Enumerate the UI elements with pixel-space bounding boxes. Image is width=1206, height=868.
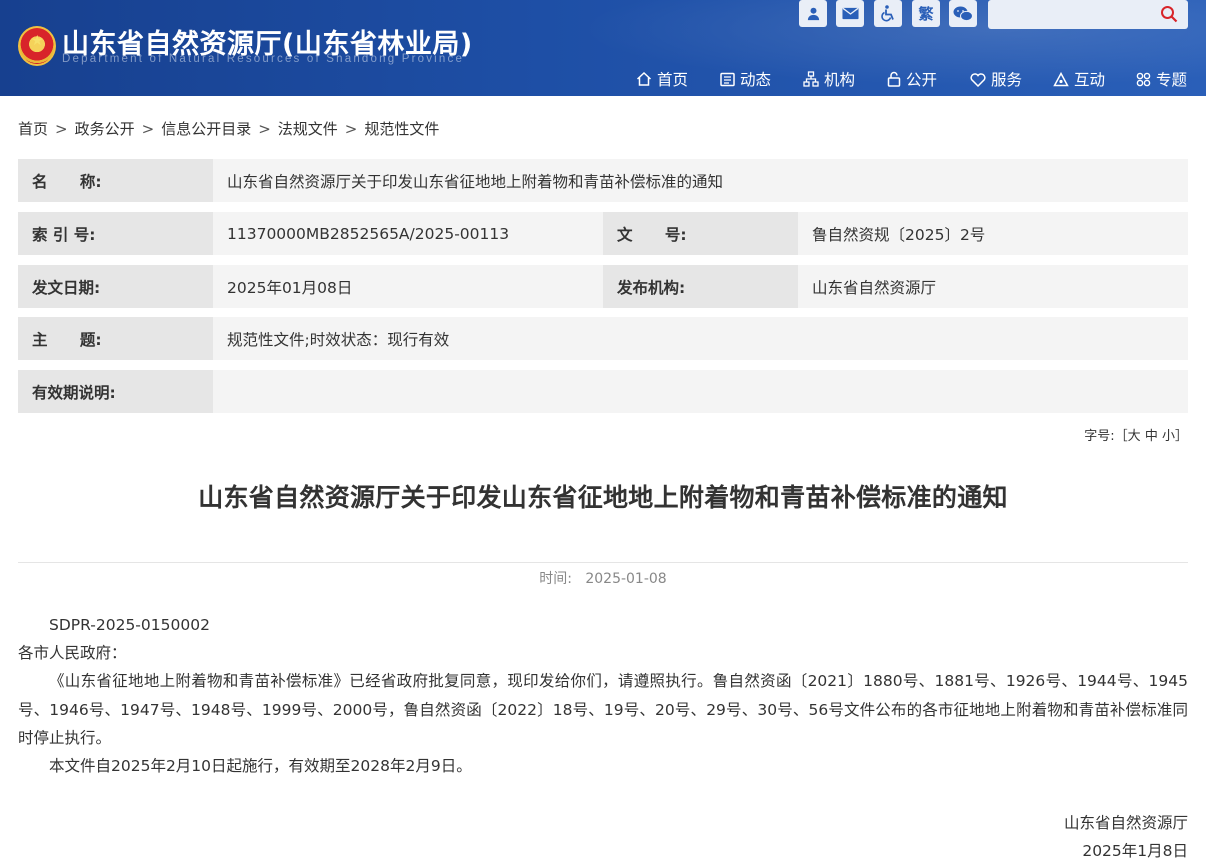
breadcrumb-separator: >: [141, 120, 155, 138]
wechat-icon: [953, 6, 973, 21]
info-row-subject: 主 题: 规范性文件;时效状态：现行有效: [18, 317, 1188, 360]
font-size-label: 字号:: [1084, 429, 1115, 444]
name-value: 山东省自然资源厅关于印发山东省征地地上附着物和青苗补偿标准的通知: [213, 159, 1188, 202]
wechat-button[interactable]: [949, 0, 977, 27]
bracket-open: ［: [1114, 429, 1128, 444]
accessibility-button[interactable]: [874, 0, 902, 27]
nav-news[interactable]: 动态: [720, 68, 771, 90]
interact-icon: [1053, 71, 1069, 87]
divider: [18, 562, 1188, 563]
nav-public[interactable]: 公开: [887, 68, 937, 90]
nav-label: 互动: [1074, 71, 1106, 89]
breadcrumb-home[interactable]: 首页: [18, 118, 48, 139]
index-value: 11370000MB2852565A/2025-00113: [213, 212, 603, 255]
traditional-chinese-button[interactable]: 繁: [912, 0, 940, 27]
nav-label: 首页: [657, 71, 689, 89]
validity-label: 有效期说明:: [18, 370, 213, 413]
date-label: 发文日期:: [18, 265, 213, 308]
site-subtitle: Department of Natural Resources of Shand…: [62, 53, 465, 65]
nav-organization[interactable]: 机构: [803, 68, 855, 90]
breadcrumb-gov-affairs[interactable]: 政务公开: [75, 118, 135, 139]
publish-time: 时间: 2025-01-08: [0, 568, 1206, 588]
info-row-index: 索 引 号: 11370000MB2852565A/2025-00113 文 号…: [18, 212, 1188, 255]
issuer-label: 发布机构:: [603, 265, 798, 308]
article-title: 山东省自然资源厅关于印发山东省征地地上附着物和青苗补偿标准的通知: [198, 483, 1008, 512]
nav-service[interactable]: 服务: [970, 68, 1022, 90]
article-paragraph-1: 《山东省征地地上附着物和青苗补偿标准》已经省政府批复同意，现印发给你们，请遵照执…: [18, 672, 1188, 747]
publish-time-value: 2025-01-08: [585, 571, 667, 587]
docno-label: 文 号:: [603, 212, 798, 255]
breadcrumb-separator: >: [55, 120, 68, 138]
docno-value: 鲁自然资规〔2025〕2号: [798, 212, 1188, 255]
news-icon: [720, 72, 735, 87]
search-input[interactable]: [996, 4, 1156, 24]
sign-date: 2025年1月8日: [1082, 842, 1188, 860]
breadcrumb-separator: >: [258, 120, 271, 138]
search-icon: [1161, 6, 1178, 23]
user-icon: [807, 7, 819, 21]
home-icon: [636, 71, 652, 87]
search-button[interactable]: [1160, 5, 1178, 27]
breadcrumb-regulations[interactable]: 法规文件: [278, 118, 338, 139]
index-label: 索 引 号:: [18, 212, 213, 255]
breadcrumb-info-catalog[interactable]: 信息公开目录: [161, 118, 251, 139]
lock-icon: [887, 71, 901, 87]
font-size-switcher: 字号:［大 中 小］: [1084, 425, 1188, 444]
info-row-date: 发文日期: 2025年01月08日 发布机构: 山东省自然资源厅: [18, 265, 1188, 308]
nav-label: 专题: [1156, 71, 1188, 89]
publish-time-label: 时间:: [539, 571, 572, 587]
mail-icon: [841, 7, 859, 20]
date-value: 2025年01月08日: [213, 265, 603, 308]
heart-icon: [970, 72, 986, 87]
nav-topics[interactable]: 专题: [1136, 68, 1187, 90]
doc-code: SDPR-2025-0150002: [49, 616, 210, 634]
nav-label: 机构: [824, 71, 856, 89]
info-row-validity: 有效期说明:: [18, 370, 1188, 413]
user-button[interactable]: [799, 0, 827, 27]
breadcrumb-separator: >: [344, 120, 358, 138]
national-emblem-icon: ★: [18, 26, 56, 66]
breadcrumb-normative-docs[interactable]: 规范性文件: [364, 118, 439, 139]
bracket-close: ］: [1174, 429, 1188, 444]
search-box: [988, 0, 1188, 29]
nav-label: 动态: [740, 71, 772, 89]
nav-home[interactable]: 首页: [636, 68, 688, 90]
addressee: 各市人民政府：: [18, 644, 127, 662]
org-icon: [803, 71, 819, 87]
subject-value: 规范性文件;时效状态：现行有效: [213, 317, 1188, 360]
nav-interaction[interactable]: 互动: [1053, 68, 1105, 90]
font-size-medium[interactable]: 中: [1145, 425, 1158, 444]
info-row-name: 名 称: 山东省自然资源厅关于印发山东省征地地上附着物和青苗补偿标准的通知: [18, 159, 1188, 202]
site-header: ★ 山东省自然资源厅(山东省林业局) Department of Natural…: [0, 0, 1206, 96]
subject-label: 主 题:: [18, 317, 213, 360]
nav-label: 公开: [906, 71, 938, 89]
font-size-small[interactable]: 小: [1162, 425, 1175, 444]
font-size-large[interactable]: 大: [1128, 425, 1141, 444]
issuer-value: 山东省自然资源厅: [798, 265, 1188, 308]
article-paragraph-2: 本文件自2025年2月10日起施行，有效期至2028年2月9日。: [49, 757, 472, 775]
grid-icon: [1136, 72, 1151, 87]
name-label: 名 称:: [18, 159, 213, 202]
breadcrumb: 首页 > 政务公开 > 信息公开目录 > 法规文件 > 规范性文件: [18, 118, 439, 139]
signature: 山东省自然资源厅: [1063, 814, 1188, 832]
validity-value: [213, 370, 1188, 413]
mail-button[interactable]: [836, 0, 864, 27]
wheelchair-icon: [881, 5, 894, 22]
nav-label: 服务: [991, 71, 1023, 89]
